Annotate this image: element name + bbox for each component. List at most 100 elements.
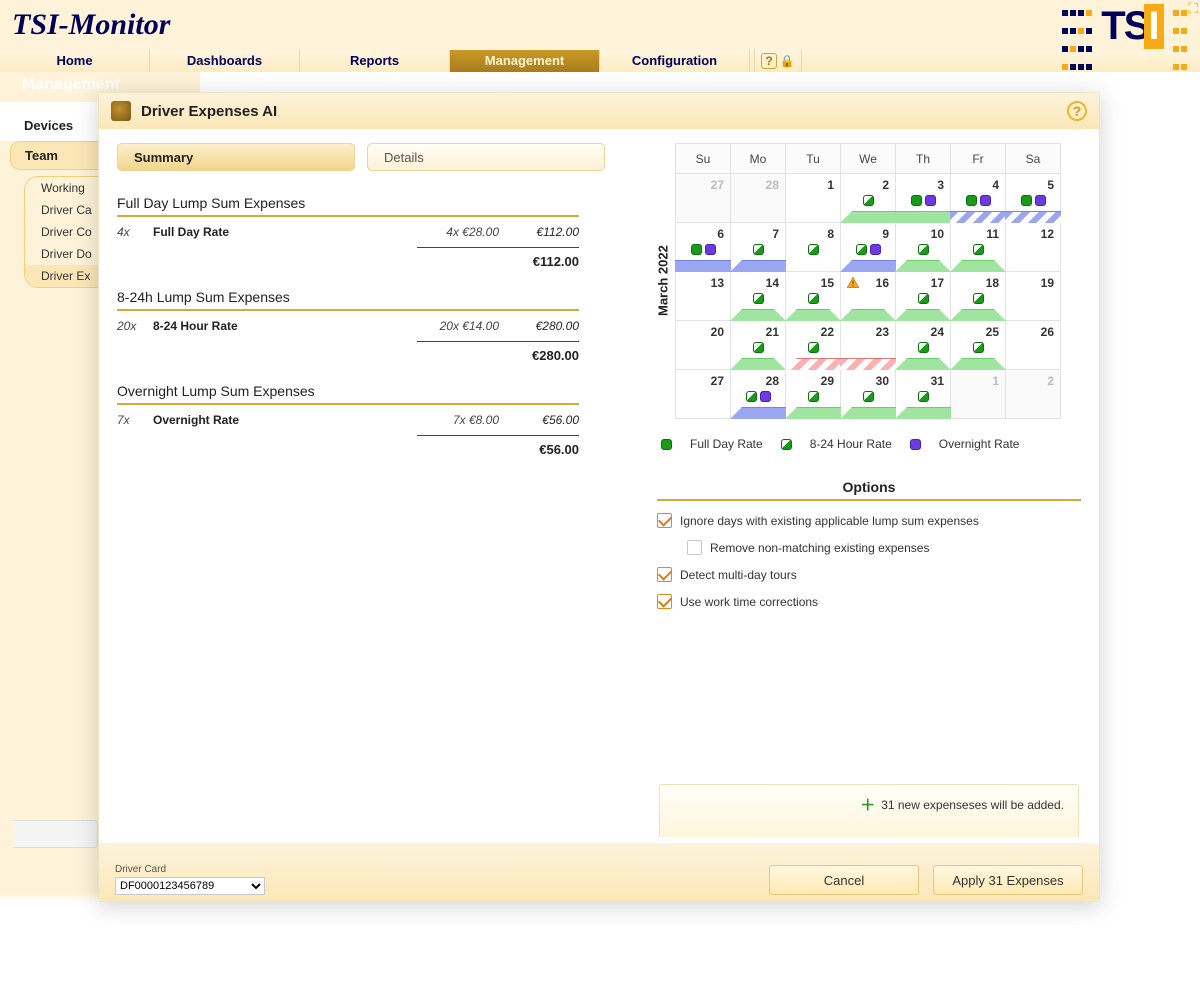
nav-configuration[interactable]: Configuration xyxy=(600,50,750,72)
calendar-day[interactable]: 16 xyxy=(841,272,896,321)
calendar-day[interactable]: 30 xyxy=(841,370,896,419)
group-total: €280.00 xyxy=(417,341,579,363)
calendar-day[interactable]: 3 xyxy=(896,174,951,223)
calendar-day[interactable]: 19 xyxy=(1006,272,1061,321)
expense-row: 4xFull Day Rate4x €28.00€112.00 xyxy=(117,219,579,245)
calendar-day[interactable]: 27 xyxy=(676,174,731,223)
calendar-day[interactable]: 20 xyxy=(676,321,731,370)
calendar-day[interactable]: 2 xyxy=(1006,370,1061,419)
help-icon[interactable]: ? xyxy=(761,53,777,69)
calendar-day[interactable]: 31 xyxy=(896,370,951,419)
cancel-button[interactable]: Cancel xyxy=(769,865,919,895)
calendar-day[interactable]: 13 xyxy=(676,272,731,321)
calendar-day[interactable]: 29 xyxy=(786,370,841,419)
option-label: Ignore days with existing applicable lum… xyxy=(680,514,979,528)
option-label: Detect multi-day tours xyxy=(680,568,797,582)
calendar-day[interactable]: 26 xyxy=(1006,321,1061,370)
legend-swatch-full xyxy=(661,439,672,450)
day-badge-part xyxy=(753,342,764,353)
calendar-legend: Full Day Rate 8-24 Hour Rate Overnight R… xyxy=(661,437,1077,451)
calendar-day[interactable]: 9 xyxy=(841,223,896,272)
day-badge-night xyxy=(980,195,991,206)
checkbox-ignore[interactable] xyxy=(657,513,672,528)
calendar-day[interactable]: 2 xyxy=(841,174,896,223)
nav-home[interactable]: Home xyxy=(0,50,150,72)
calendar-dow: Fr xyxy=(951,144,1006,174)
expenses-dialog: Driver Expenses AI ? Summary Details Ful… xyxy=(98,92,1100,902)
apply-button[interactable]: Apply 31 Expenses xyxy=(933,865,1083,895)
option-label: Use work time corrections xyxy=(680,595,818,609)
day-badge-part xyxy=(918,293,929,304)
day-badge-night xyxy=(870,244,881,255)
calendar-dow: We xyxy=(841,144,896,174)
day-badge-part xyxy=(808,342,819,353)
group-total: €56.00 xyxy=(417,435,579,457)
calendar-dow: Th xyxy=(896,144,951,174)
legend-swatch-night xyxy=(910,439,921,450)
main-nav: Home Dashboards Reports Management Confi… xyxy=(0,50,1200,72)
tab-details[interactable]: Details xyxy=(367,143,605,171)
calendar-day[interactable]: 24 xyxy=(896,321,951,370)
calendar-day[interactable]: 1 xyxy=(786,174,841,223)
calendar: SuMoTuWeThFrSa 2728123456789101112131415… xyxy=(675,143,1061,419)
dialog-help-icon[interactable]: ? xyxy=(1067,101,1087,121)
calendar-day[interactable]: 21 xyxy=(731,321,786,370)
calendar-day[interactable]: 10 xyxy=(896,223,951,272)
calendar-day[interactable]: 17 xyxy=(896,272,951,321)
nav-management[interactable]: Management xyxy=(450,50,600,72)
calendar-day[interactable]: 8 xyxy=(786,223,841,272)
calendar-day[interactable]: 18 xyxy=(951,272,1006,321)
checkbox-detect[interactable] xyxy=(657,567,672,582)
legend-label: Full Day Rate xyxy=(690,437,763,451)
expense-qty: 7x xyxy=(117,413,153,427)
driver-card-label: Driver Card xyxy=(115,864,166,875)
expense-amount: €280.00 xyxy=(499,319,579,333)
expense-calc: 4x €28.00 xyxy=(399,225,499,239)
day-badge-part xyxy=(863,391,874,402)
expense-qty: 4x xyxy=(117,225,153,239)
pending-note: ＋ 31 new expenseses will be added. xyxy=(659,784,1079,837)
day-badge-part xyxy=(808,293,819,304)
calendar-month: March 2022 xyxy=(653,143,673,419)
calendar-day[interactable]: 6 xyxy=(676,223,731,272)
vendor-logo: TSI xyxy=(1061,4,1192,76)
app-brand: TSI-Monitor xyxy=(0,8,170,41)
driver-card-select[interactable]: DF0000123456789 xyxy=(115,877,265,895)
calendar-day[interactable]: 14 xyxy=(731,272,786,321)
checkbox-remove[interactable] xyxy=(687,540,702,555)
calendar-day[interactable]: 5 xyxy=(1006,174,1061,223)
calendar-dow: Mo xyxy=(731,144,786,174)
expense-row: 7xOvernight Rate7x €8.00€56.00 xyxy=(117,407,579,433)
legend-label: Overnight Rate xyxy=(939,437,1020,451)
calendar-day[interactable]: 27 xyxy=(676,370,731,419)
dialog-footer: Driver Card DF0000123456789 Cancel Apply… xyxy=(99,843,1099,901)
nav-reports[interactable]: Reports xyxy=(300,50,450,72)
collapsed-panel-hint[interactable] xyxy=(13,820,98,848)
day-badge-night xyxy=(760,391,771,402)
calendar-day[interactable]: 1 xyxy=(951,370,1006,419)
calendar-day[interactable]: 25 xyxy=(951,321,1006,370)
calendar-dow: Su xyxy=(676,144,731,174)
calendar-day[interactable]: 28 xyxy=(731,174,786,223)
calendar-day[interactable]: 4 xyxy=(951,174,1006,223)
day-badge-night xyxy=(925,195,936,206)
expense-name: 8-24 Hour Rate xyxy=(153,319,399,333)
tab-summary[interactable]: Summary xyxy=(117,143,355,171)
dialog-tabs: Summary Details xyxy=(117,143,627,171)
calendar-day[interactable]: 23 xyxy=(841,321,896,370)
calendar-day[interactable]: 7 xyxy=(731,223,786,272)
day-badge-full xyxy=(911,195,922,206)
day-badge-part xyxy=(918,342,929,353)
expense-calc: 20x €14.00 xyxy=(399,319,499,333)
lock-icon[interactable]: 🔒 xyxy=(779,53,795,69)
checkbox-worktime[interactable] xyxy=(657,594,672,609)
calendar-day[interactable]: 12 xyxy=(1006,223,1061,272)
calendar-dow: Tu xyxy=(786,144,841,174)
calendar-day[interactable]: 22 xyxy=(786,321,841,370)
day-badge-night xyxy=(705,244,716,255)
nav-dashboards[interactable]: Dashboards xyxy=(150,50,300,72)
calendar-day[interactable]: 15 xyxy=(786,272,841,321)
calendar-day[interactable]: 11 xyxy=(951,223,1006,272)
group-total: €112.00 xyxy=(417,247,579,269)
calendar-day[interactable]: 28 xyxy=(731,370,786,419)
